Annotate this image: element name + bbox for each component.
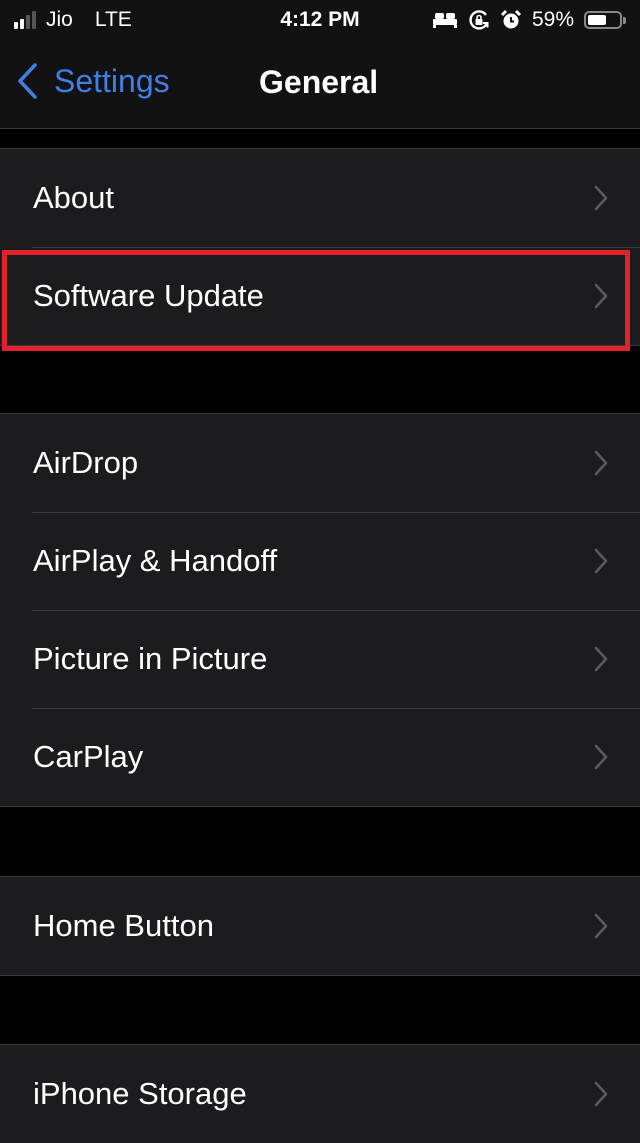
row-label: iPhone Storage (33, 1076, 247, 1111)
settings-group-3: Home Button (0, 876, 640, 976)
row-label: AirDrop (33, 445, 139, 480)
settings-row-picture-in-picture[interactable]: Picture in Picture (0, 610, 640, 708)
settings-group-2: AirDrop AirPlay & Handoff Picture in Pic… (0, 413, 640, 807)
row-label: Software Update (33, 278, 264, 313)
chevron-left-icon (18, 63, 37, 99)
page-title: General (259, 64, 379, 100)
status-left: Jio LTE (14, 6, 132, 34)
settings-row-airdrop[interactable]: AirDrop (0, 414, 640, 512)
row-label: CarPlay (33, 739, 144, 774)
settings-row-iphone-storage[interactable]: iPhone Storage (0, 1045, 640, 1143)
row-label: Home Button (33, 908, 214, 943)
chevron-right-icon (594, 744, 608, 770)
chevron-right-icon (594, 283, 608, 309)
settings-row-airplay-handoff[interactable]: AirPlay & Handoff (0, 512, 640, 610)
battery-icon (584, 11, 626, 29)
battery-level-fill (588, 15, 606, 25)
settings-row-home-button[interactable]: Home Button (0, 877, 640, 975)
settings-row-about[interactable]: About (0, 149, 640, 247)
orientation-lock-icon (469, 10, 489, 30)
chevron-right-icon (594, 646, 608, 672)
bed-icon (432, 13, 457, 28)
time-label: 4:12 PM (280, 8, 360, 31)
chevron-right-icon (594, 913, 608, 939)
row-label: About (33, 180, 115, 215)
status-right: 59% (432, 6, 626, 34)
row-label: Picture in Picture (33, 641, 268, 676)
chevron-right-icon (594, 185, 608, 211)
network-type-label: LTE (94, 8, 132, 31)
carrier-label: Jio (46, 8, 73, 31)
row-label: AirPlay & Handoff (33, 543, 278, 578)
chevron-right-icon (594, 548, 608, 574)
settings-row-carplay[interactable]: CarPlay (0, 708, 640, 806)
battery-percent-label: 59% (531, 8, 574, 31)
back-button-label: Settings (54, 62, 170, 99)
settings-row-software-update[interactable]: Software Update (0, 247, 640, 345)
chevron-right-icon (594, 1081, 608, 1107)
settings-group-4: iPhone Storage (0, 1044, 640, 1143)
settings-group-1: About Software Update (0, 148, 640, 346)
chevron-right-icon (594, 450, 608, 476)
cellular-signal-icon (14, 11, 36, 29)
back-button[interactable]: Settings (16, 62, 170, 100)
navigation-bar: Settings General (0, 42, 640, 129)
status-bar: Jio LTE 4:12 PM 59% (0, 0, 640, 42)
alarm-icon (500, 9, 522, 29)
